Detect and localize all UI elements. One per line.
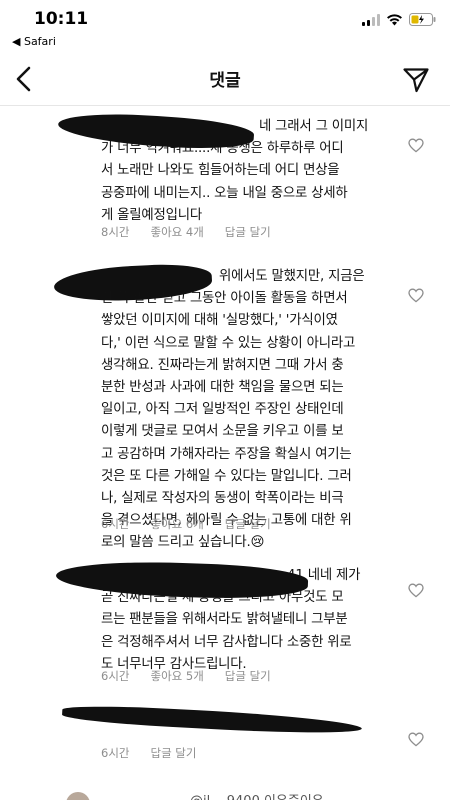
comment-line: 고 공감하며 가해자라는 주장을 확실시 여기는 bbox=[101, 446, 352, 462]
heart-icon[interactable] bbox=[408, 583, 424, 598]
comment-line: 분한 반성과 사과에 대한 책임을 물으면 되는 bbox=[101, 379, 344, 395]
comment-line: 은 걱정해주셔서 너무 감사합니다 소중한 위로 bbox=[101, 634, 352, 650]
comment-time: 6시간 bbox=[101, 746, 130, 760]
heart-icon[interactable] bbox=[408, 732, 424, 747]
comment-meta: 6시간 좋아요 6개 답글 달기 bbox=[101, 516, 271, 532]
comment-line: 한 쪽 말만 믿고 그동안 아이돌 활동을 하면서 bbox=[101, 291, 348, 307]
comment-line: 이렇게 댓글로 모여서 소문을 키우고 이를 보 bbox=[101, 424, 344, 440]
status-icons bbox=[362, 13, 436, 26]
comment-line: 41 네네 제가 bbox=[287, 568, 361, 583]
wifi-icon bbox=[387, 13, 402, 25]
status-bar: 10:11 ◀ Safari bbox=[0, 0, 450, 52]
comment-line: 가 너무 역겨워요....제 동생은 하루하루 어디 bbox=[101, 141, 344, 157]
comment-line: 르는 팬분들을 위해서라도 밝혀낼테니 그부분 bbox=[101, 612, 348, 628]
heart-icon[interactable] bbox=[408, 288, 424, 303]
comment-line: 일이고, 아직 그저 일방적인 주장인 상태인데 bbox=[101, 402, 344, 418]
comment-meta: 6시간 답글 달기 bbox=[101, 745, 196, 761]
comment-time: 6시간 bbox=[101, 669, 130, 683]
comment-line: 것은 또 다른 가해일 수 있다는 말입니다. 그러 bbox=[101, 468, 352, 484]
reply-button[interactable]: 답글 달기 bbox=[225, 224, 271, 240]
comment-text: 위에서도 말했지만, 지금은 한 쪽 말만 믿고 그동안 아이돌 활동을 하면서… bbox=[101, 266, 401, 554]
reply-button[interactable]: 답글 달기 bbox=[225, 668, 271, 684]
reply-button[interactable]: 답글 달기 bbox=[150, 745, 196, 761]
back-to-safari-link[interactable]: ◀ Safari bbox=[12, 35, 56, 48]
comment-likes[interactable]: 좋아요 4개 bbox=[150, 224, 203, 240]
heart-icon[interactable] bbox=[408, 138, 424, 153]
signal-icon bbox=[362, 13, 380, 26]
reply-button[interactable]: 답글 달기 bbox=[225, 516, 271, 532]
comment-time: 6시간 bbox=[101, 517, 130, 531]
comment-line: 쌓았던 이미지에 대해 '실망했다,' '가식이였 bbox=[101, 313, 338, 329]
send-icon[interactable] bbox=[402, 66, 430, 94]
avatar bbox=[66, 792, 90, 800]
comment-meta: 8시간 좋아요 4개 답글 달기 bbox=[101, 224, 271, 240]
redacted-username bbox=[61, 703, 363, 737]
comment-line: 생각해요. 진짜라는게 밝혀지면 그때 가서 충 bbox=[101, 357, 344, 373]
comment-text: 41 네네 제가 곧 진짜라는걸 제 동생을 그리고 아무것도 모 르는 팬분들… bbox=[101, 565, 401, 676]
comment-line: 다,' 이런 식으로 말할 수 있는 상황이 아니라고 bbox=[101, 335, 356, 351]
comment-line: 나, 실제로 작성자의 동생이 학폭이라는 비극 bbox=[101, 490, 344, 506]
comments-header: 댓글 bbox=[0, 52, 450, 106]
comment-line: 네 그래서 그 이미지 bbox=[259, 119, 369, 134]
comment-time: 8시간 bbox=[101, 225, 130, 239]
comment-meta: 6시간 좋아요 5개 답글 달기 bbox=[101, 668, 271, 684]
comment-line: 서 노래만 나와도 힘들어하는데 어디 면상을 bbox=[101, 163, 340, 179]
status-time: 10:11 bbox=[34, 9, 89, 29]
comment-likes[interactable]: 좋아요 5개 bbox=[150, 668, 203, 684]
page-title: 댓글 bbox=[209, 71, 241, 91]
partial-comment: @il... 9400 이유준이유 bbox=[0, 790, 450, 800]
comment-text: 네 그래서 그 이미지 가 너무 역겨워요....제 동생은 하루하루 어디 서… bbox=[101, 116, 401, 227]
partial-comment-text: @il... 9400 이유준이유 bbox=[190, 790, 324, 800]
battery-icon bbox=[409, 13, 436, 26]
comment-likes[interactable]: 좋아요 6개 bbox=[150, 516, 203, 532]
comment-line: 곧 진짜라는걸 제 동생을 그리고 아무것도 모 bbox=[101, 590, 344, 606]
comment-line: 위에서도 말했지만, 지금은 bbox=[219, 269, 365, 284]
comment-line: 로의 말씀 드리고 싶습니다.😢 bbox=[101, 535, 265, 551]
comment-line: 공중파에 내미는지.. 오늘 내일 중으로 상세하 bbox=[101, 185, 348, 201]
